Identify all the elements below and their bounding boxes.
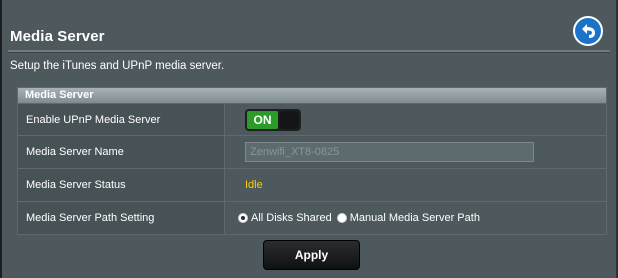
path-setting-label: Media Server Path Setting — [18, 202, 225, 234]
server-name-label: Media Server Name — [18, 136, 225, 168]
row-server-status: Media Server Status Idle — [18, 168, 606, 201]
page-title: Media Server — [10, 28, 105, 45]
server-name-input[interactable] — [245, 142, 534, 162]
left-border — [0, 0, 2, 278]
server-status-value: Idle — [225, 169, 606, 201]
enable-upnp-label: Enable UPnP Media Server — [18, 104, 225, 135]
all-disks-radio[interactable] — [238, 213, 248, 223]
back-arrow-icon[interactable] — [572, 15, 604, 47]
manual-path-label[interactable]: Manual Media Server Path — [350, 212, 480, 224]
apply-button[interactable]: Apply — [263, 240, 360, 270]
server-name-value — [225, 136, 606, 168]
status-text: Idle — [245, 179, 263, 191]
upnp-toggle[interactable]: ON — [245, 108, 301, 131]
manual-path-radio[interactable] — [336, 213, 347, 223]
all-disks-label[interactable]: All Disks Shared — [251, 212, 332, 224]
row-server-name: Media Server Name — [18, 135, 606, 168]
toggle-knob[interactable] — [279, 110, 299, 129]
panel-header: Media Server — [18, 88, 606, 103]
title-divider — [8, 50, 610, 53]
row-path-setting: Media Server Path Setting All Disks Shar… — [18, 201, 606, 234]
media-server-page: Media Server Setup the iTunes and UPnP m… — [0, 0, 618, 278]
page-subtitle: Setup the iTunes and UPnP media server. — [10, 60, 225, 72]
row-enable-upnp: Enable UPnP Media Server ON — [18, 103, 606, 135]
enable-upnp-value: ON — [225, 104, 606, 135]
toggle-on-label: ON — [247, 110, 278, 129]
path-setting-value: All Disks Shared Manual Media Server Pat… — [225, 202, 606, 234]
server-status-label: Media Server Status — [18, 169, 225, 201]
media-server-panel: Media Server Enable UPnP Media Server ON… — [17, 87, 607, 235]
path-radio-group: All Disks Shared Manual Media Server Pat… — [238, 212, 485, 224]
